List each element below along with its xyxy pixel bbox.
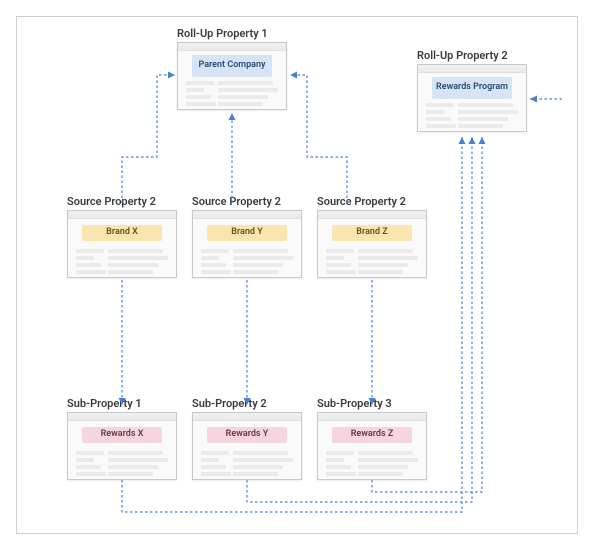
rollup1-title: Roll-Up Property 1: [177, 27, 287, 40]
source2-label: Brand Y: [207, 225, 287, 241]
node-sub2: Sub-Property 2 Rewards Y: [192, 397, 302, 480]
source3-title: Source Property 2: [317, 195, 427, 208]
diagram-canvas: Roll-Up Property 1 Parent Company Roll-U…: [16, 16, 578, 534]
sub1-label: Rewards X: [82, 427, 162, 443]
node-sub3: Sub-Property 3 Rewards Z: [317, 397, 427, 480]
source3-card: Brand Z: [317, 210, 427, 278]
sub2-card: Rewards Y: [192, 412, 302, 480]
rollup2-card: Rewards Program: [417, 64, 527, 132]
sub2-title: Sub-Property 2: [192, 397, 302, 410]
node-source2: Source Property 2 Brand Y: [192, 195, 302, 278]
source1-title: Source Property 2: [67, 195, 177, 208]
sub3-title: Sub-Property 3: [317, 397, 427, 410]
source2-card: Brand Y: [192, 210, 302, 278]
source1-card: Brand X: [67, 210, 177, 278]
node-source3: Source Property 2 Brand Z: [317, 195, 427, 278]
sub1-title: Sub-Property 1: [67, 397, 177, 410]
sub3-label: Rewards Z: [332, 427, 412, 443]
source2-title: Source Property 2: [192, 195, 302, 208]
sub1-card: Rewards X: [67, 412, 177, 480]
rollup1-card: Parent Company: [177, 42, 287, 110]
sub2-label: Rewards Y: [207, 427, 287, 443]
node-rollup2: Roll-Up Property 2 Rewards Program: [417, 49, 527, 132]
node-source1: Source Property 2 Brand X: [67, 195, 177, 278]
source1-label: Brand X: [82, 225, 162, 241]
rollup2-label: Rewards Program: [432, 77, 512, 99]
node-rollup1: Roll-Up Property 1 Parent Company: [177, 27, 287, 110]
source3-label: Brand Z: [332, 225, 412, 241]
node-sub1: Sub-Property 1 Rewards X: [67, 397, 177, 480]
rollup1-label: Parent Company: [192, 55, 272, 77]
sub3-card: Rewards Z: [317, 412, 427, 480]
rollup2-title: Roll-Up Property 2: [417, 49, 527, 62]
